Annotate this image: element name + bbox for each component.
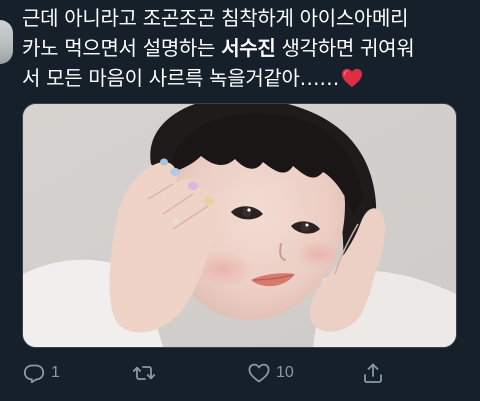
tweet-text-line-1: 근데 아니라고 조곤조곤 침착하게 아이스아메리 [22, 6, 409, 30]
retweet-icon [132, 366, 156, 380]
tweet-action-bar: 1 10 [0, 355, 480, 391]
tweet-text-line-2-start: 카노 먹으면서 설명하는 [22, 36, 222, 60]
tweet-text-line-2-end: 생각하면 귀여워 [275, 36, 415, 60]
author-avatar[interactable] [0, 20, 13, 64]
share-button[interactable] [361, 355, 390, 391]
like-count: 10 [276, 364, 294, 381]
tweet-text-line-2: 카노 먹으면서 설명하는 서수진 생각하면 귀여워 [22, 33, 478, 63]
share-icon [364, 363, 382, 383]
heart-outline-icon [248, 363, 270, 383]
tweet-text-line-3: 서 모든 마음이 사르륵 녹을거같아…… [22, 63, 478, 93]
like-button[interactable]: 10 [247, 355, 294, 391]
reply-count: 1 [51, 364, 60, 381]
retweet-button[interactable] [132, 355, 161, 391]
reply-icon [23, 364, 45, 384]
heart-emoji-icon [342, 68, 363, 88]
reply-button[interactable]: 1 [22, 355, 60, 391]
tweet-text-bold-name: 서수진 [221, 36, 276, 60]
tweet-text-line-3-text: 서 모든 마음이 사르륵 녹을거같아…… [22, 66, 340, 90]
tweet-photo-image [23, 104, 456, 347]
tweet-text: 근데 아니라고 조곤조곤 침착하게 아이스아메리 카노 먹으면서 설명하는 서수… [22, 3, 478, 93]
tweet-photo[interactable] [22, 103, 457, 348]
